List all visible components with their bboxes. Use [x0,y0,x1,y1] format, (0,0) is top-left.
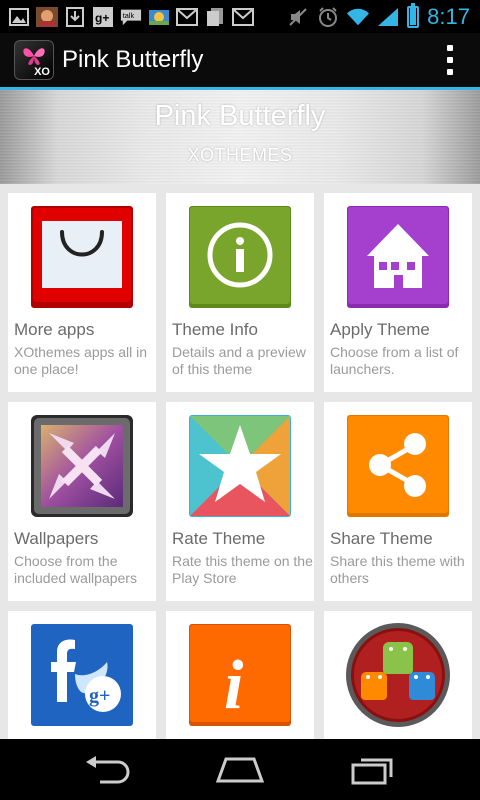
card-description: Rate this theme on the Play Store [172,553,313,586]
svg-text:g+: g+ [95,11,109,25]
card-title: Wallpapers [14,529,99,548]
social-card[interactable]: g+ [8,611,156,739]
app-logo-text: XO [34,66,50,78]
svg-text:talk: talk [123,10,135,19]
back-icon[interactable] [77,750,137,790]
system-icons: 8:17 [287,2,480,30]
header-banner: Pink Butterfly XOTHEMES [0,90,480,184]
butterfly-icon [23,48,45,65]
card-description: Details and a preview of this theme [172,344,306,377]
wallpaper-icon [29,413,135,519]
signal-icon [377,7,399,27]
photo-icon [148,7,170,27]
card-description: Choose from a list of launchers. [330,344,459,377]
svg-text:g+: g+ [89,685,110,707]
info-card[interactable]: i [166,611,314,739]
status-bar: g+ talk 8:17 [0,0,480,33]
action-bar: XO Pink Butterfly [0,33,480,90]
app-title: Pink Butterfly [62,46,204,73]
avatar-notification-icon [36,6,58,27]
shopping-bag-icon [29,204,135,310]
gmail-icon [232,7,254,27]
more-apps-card[interactable]: More apps XOthemes apps all in one place… [8,193,156,392]
talk-icon: talk [120,7,142,27]
google-plus-icon: g+ [92,6,114,27]
app-logo-icon[interactable]: XO [14,40,54,80]
notification-icons: g+ talk [0,6,254,27]
svg-text:i: i [224,647,244,724]
rate-theme-card[interactable]: Rate Theme Rate this theme on the Play S… [166,402,314,601]
navigation-bar [0,739,480,800]
battery-icon [407,2,420,28]
theme-info-card[interactable]: Theme Info Details and a preview of this… [166,193,314,392]
clock: 8:17 [427,3,470,29]
card-description: Choose from the included wallpapers [14,553,137,586]
download-icon [64,6,86,27]
wallpapers-card[interactable]: Wallpapers Choose from the included wall… [8,402,156,601]
banner-title: Pink Butterfly [154,100,326,132]
card-description: Share this theme with others [330,553,465,586]
options-grid: More apps XOthemes apps all in one place… [0,184,480,739]
card-title: Theme Info [172,320,258,339]
android-card[interactable] [324,611,472,739]
wifi-icon [347,7,370,27]
card-title: More apps [14,320,95,339]
recents-icon[interactable] [343,750,403,790]
android-icon [345,622,451,728]
star-icon [187,413,293,519]
share-theme-card[interactable]: Share Theme Share this theme with others [324,402,472,601]
apply-theme-card[interactable]: Apply Theme Choose from a list of launch… [324,193,472,392]
docs-icon [204,7,226,27]
card-title: Rate Theme [172,529,266,548]
house-icon [345,204,451,310]
mute-icon [287,7,309,27]
alarm-icon [317,6,339,27]
card-description: XOthemes apps all in one place! [14,344,148,377]
overflow-menu-icon[interactable] [446,45,454,75]
banner-subtitle: XOTHEMES [187,145,293,165]
gmail-icon [176,7,198,27]
info-italic-icon: i [187,622,293,728]
info-circle-icon [187,204,293,310]
gallery-icon [8,7,30,27]
social-icon: g+ [29,622,135,728]
share-icon [345,413,451,519]
card-title: Apply Theme [330,320,430,339]
card-title: Share Theme [330,529,433,548]
home-icon[interactable] [210,750,270,790]
